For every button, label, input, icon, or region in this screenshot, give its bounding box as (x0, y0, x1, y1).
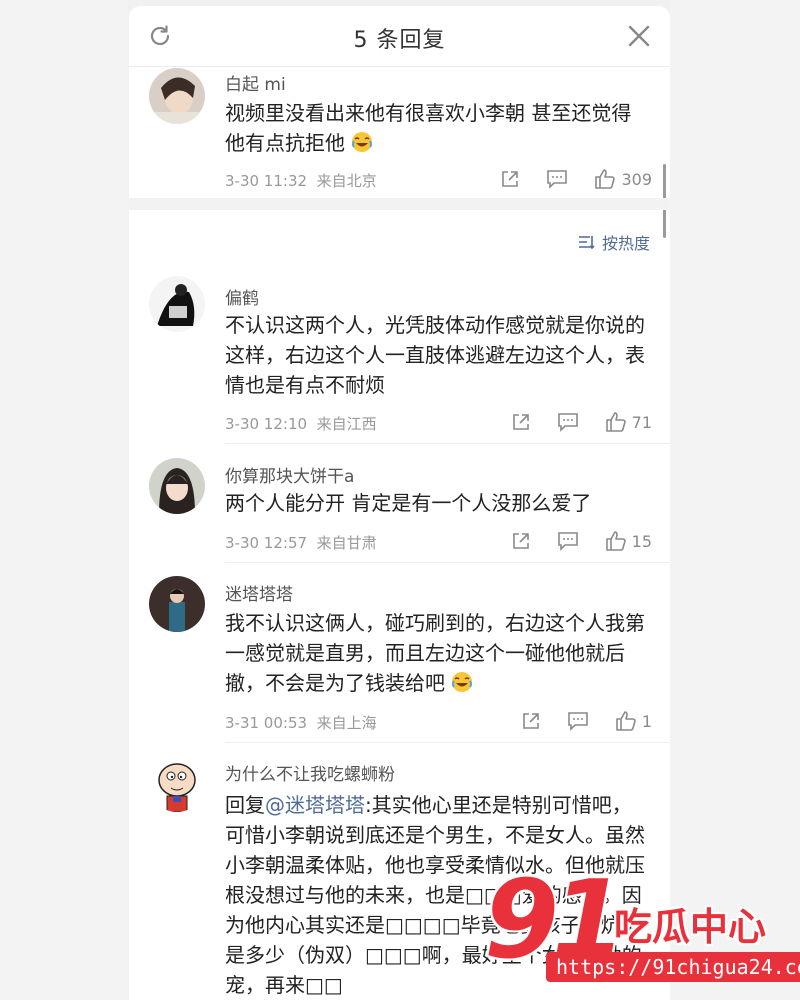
comment-icon[interactable] (557, 531, 579, 551)
separator (225, 742, 670, 743)
separator (225, 443, 670, 444)
like-count: 309 (621, 169, 652, 189)
reply-item: 偏鹤 不认识这两个人，光凭肢体动作感觉就是你说的这样，右边这个人一直肢体逃避左边… (129, 268, 670, 438)
thumbs-up-icon (595, 169, 616, 189)
comment-time: 3-30 12:57 (225, 534, 308, 552)
close-icon[interactable] (626, 23, 652, 49)
share-icon[interactable] (500, 169, 520, 189)
laugh-cry-emoji-icon (451, 671, 473, 701)
right-background (670, 0, 800, 1000)
comment-text: 我不认识这俩人，碰巧刷到的，右边这个人我第一感觉就是直男，而且左边这个一碰他他就… (225, 608, 645, 701)
avatar[interactable] (149, 576, 205, 632)
comment-body: 我不认识这俩人，碰巧刷到的，右边这个人我第一感觉就是直男，而且左边这个一碰他他就… (225, 611, 645, 695)
sort-icon (578, 236, 595, 250)
comment-location: 来自上海 (316, 714, 377, 732)
left-background (0, 0, 128, 1000)
comment-text: 视频里没看出来他有很喜欢小李朝 甚至还觉得他有点抗拒他 (225, 98, 645, 161)
comment-text: 两个人能分开 肯定是有一个人没那么爱了 (225, 491, 592, 515)
thumbs-up-icon (605, 531, 626, 551)
comment-author[interactable]: 迷塔塔塔 (225, 580, 293, 605)
share-icon[interactable] (521, 711, 541, 731)
comment-author[interactable]: 你算那块大饼干a (225, 462, 354, 487)
comment-location: 来自江西 (316, 415, 377, 433)
comment-meta: 3-31 00:53 来自上海 (225, 712, 377, 733)
thumbs-up-icon (605, 412, 626, 432)
comment-actions: 15 (511, 530, 652, 552)
like-button[interactable]: 1 (615, 710, 652, 732)
comment-actions: 1 (521, 710, 652, 732)
like-button[interactable]: 15 (605, 530, 652, 552)
panel-title: 5 条回复 (353, 28, 446, 53)
like-count: 15 (631, 531, 652, 551)
like-count: 1 (641, 711, 652, 731)
watermark: 91 吃瓜中心 https://91chigua24.com (484, 858, 800, 1000)
comment-meta: 3-30 12:57 来自甘肃 (225, 532, 377, 553)
share-icon[interactable] (511, 531, 531, 551)
mention-link[interactable]: @迷塔塔塔 (265, 793, 365, 817)
comment-author[interactable]: 白起 mi (225, 70, 286, 95)
comment-meta: 3-30 11:32 来自北京 (225, 170, 377, 191)
comment-icon[interactable] (567, 711, 589, 731)
avatar[interactable] (149, 756, 205, 812)
separator (225, 562, 670, 563)
comment-text: 不认识这两个人，光凭肢体动作感觉就是你说的这样，右边这个人一直肢体逃避左边这个人… (225, 313, 645, 397)
like-button[interactable]: 309 (594, 168, 652, 190)
reply-item: 你算那块大饼干a 两个人能分开 肯定是有一个人没那么爱了 3-30 12:57 … (129, 450, 670, 556)
comment-location: 来自北京 (316, 172, 377, 190)
avatar[interactable] (149, 68, 205, 124)
avatar[interactable] (149, 458, 205, 514)
comment-author[interactable]: 偏鹤 (225, 284, 259, 309)
comment-time: 3-30 11:32 (225, 172, 308, 190)
like-count: 71 (631, 412, 652, 432)
sort-label: 按热度 (601, 234, 650, 253)
replies-panel: 5 条回复 白起 mi 视频里没看出来他有很喜欢小李朝 甚至还觉得他有点抗拒他 … (129, 6, 670, 1000)
comment-author[interactable]: 为什么不让我吃螺蛳粉 (225, 760, 395, 785)
sort-button[interactable]: 按热度 (578, 230, 650, 254)
panel-header: 5 条回复 (129, 6, 670, 67)
avatar[interactable] (149, 276, 205, 332)
like-button[interactable]: 71 (605, 411, 652, 433)
section-divider (129, 198, 670, 210)
parent-comment: 白起 mi 视频里没看出来他有很喜欢小李朝 甚至还觉得他有点抗拒他 3-30 1… (129, 60, 670, 198)
comment-actions: 71 (511, 411, 652, 433)
reply-prefix: 回复 (225, 793, 265, 817)
thumbs-up-icon (616, 711, 636, 731)
laugh-cry-emoji-icon (351, 131, 373, 161)
reply-item: 迷塔塔塔 我不认识这俩人，碰巧刷到的，右边这个人我第一感觉就是直男，而且左边这个… (129, 568, 670, 738)
share-icon[interactable] (511, 412, 531, 432)
watermark-brand: 吃瓜中心 (614, 905, 767, 949)
comment-time: 3-31 00:53 (225, 714, 308, 732)
comment-location: 来自甘肃 (316, 534, 377, 552)
comment-body: 视频里没看出来他有很喜欢小李朝 甚至还觉得他有点抗拒他 (225, 101, 632, 155)
comment-icon[interactable] (557, 412, 579, 432)
watermark-url: https://91chigua24.com (546, 952, 800, 982)
comment-icon[interactable] (546, 169, 568, 189)
comment-time: 3-30 12:10 (225, 415, 308, 433)
comment-meta: 3-30 12:10 来自江西 (225, 413, 377, 434)
comment-actions: 309 (500, 168, 652, 190)
